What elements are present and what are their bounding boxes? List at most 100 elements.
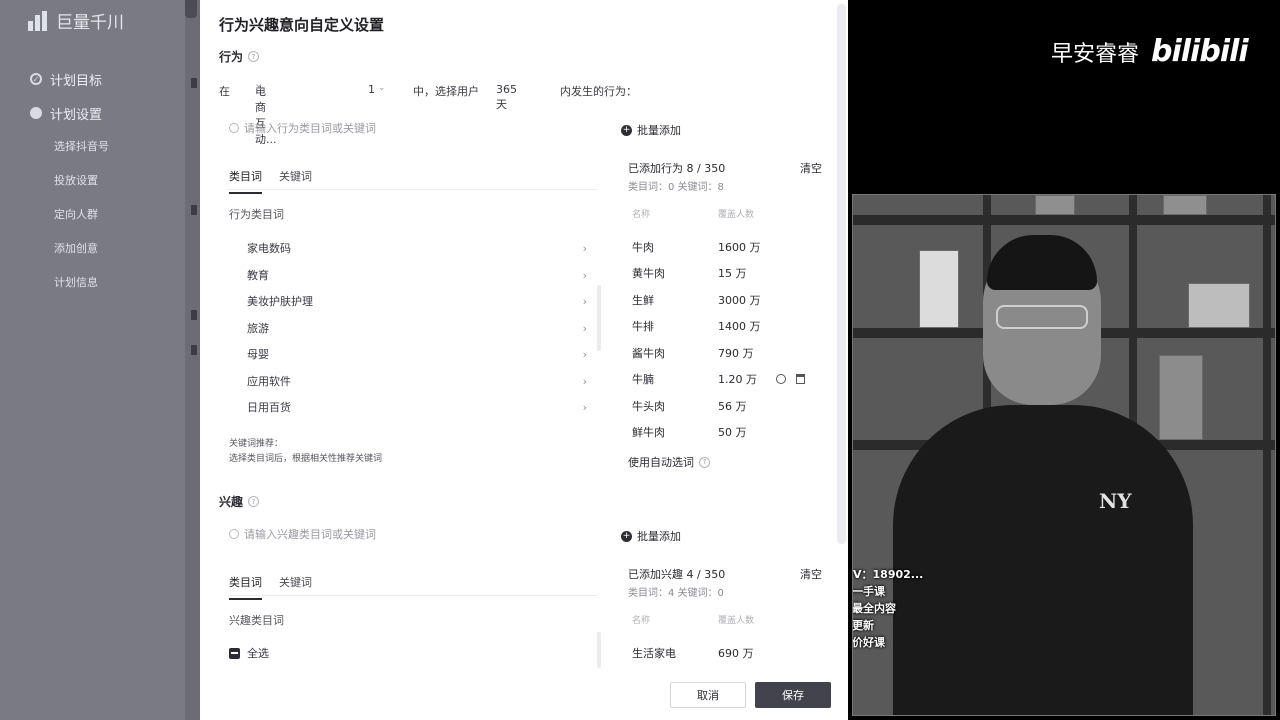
behavior-selected-count: 已添加行为 8 / 350 (628, 162, 726, 175)
select-all-checkbox[interactable]: 全选 (229, 645, 269, 661)
col-volume: 覆盖人数 (718, 210, 755, 220)
save-button[interactable]: 保存 (755, 682, 831, 708)
chevron-right-icon: › (582, 321, 587, 335)
book (919, 250, 959, 328)
behavior-tabs: 类目词 关键词 (227, 160, 597, 194)
plan-nav: ✓ 计划目标 计划设置 选择抖音号 投放设置 定向人群 添加创意 计划信息 (30, 62, 190, 300)
select-all-label: 全选 (247, 647, 269, 660)
search-icon (229, 123, 239, 133)
category-item[interactable]: 教育 › (247, 262, 587, 288)
subnav-douyin[interactable]: 选择抖音号 (30, 130, 190, 164)
help-icon[interactable]: ? (248, 51, 260, 62)
col-name: 名称 (632, 210, 651, 220)
item-name: 牛排 (632, 320, 654, 333)
nav-label: 计划设置 (50, 107, 103, 123)
category-label: 应用软件 (247, 375, 291, 388)
selected-row: 酱牛肉 790 万 (632, 340, 822, 366)
book (1163, 195, 1207, 215)
help-icon[interactable]: ? (699, 456, 710, 468)
overlay-line: V：18902... (853, 568, 924, 581)
interest-clear-button[interactable]: 清空 (800, 566, 822, 582)
book (1035, 195, 1075, 215)
selected-row: 牛头肉 56 万 (632, 393, 822, 419)
chevron-right-icon: › (582, 347, 587, 361)
interest-section-title: 兴趣 ? (219, 493, 260, 510)
tab-category[interactable]: 类目词 (229, 168, 262, 194)
category-item[interactable]: 母婴 › (247, 341, 587, 367)
item-volume: 50 万 (718, 426, 747, 439)
custom-settings-modal: 行为兴趣意向自定义设置 行为 ? 在 电商互动... ✕ 1 ⌄ 中，选择用户 … (200, 0, 848, 720)
search-placeholder: 请输入行为类目词或关键词 (244, 122, 376, 135)
subnav-plan-info[interactable]: 计划信息 (30, 266, 190, 300)
shirt-logo: NY (1099, 489, 1132, 513)
item-volume: 1400 万 (718, 320, 761, 333)
col-volume: 覆盖人数 (718, 616, 755, 626)
close-icon[interactable]: ✕ (255, 83, 263, 93)
bilibili-logo: bilibili (1151, 34, 1249, 69)
subnav-delivery[interactable]: 投放设置 (30, 164, 190, 198)
channel-watermark: 早安睿睿 bilibili (1051, 34, 1249, 69)
category-item[interactable]: 美妆护肤护理 › (247, 288, 587, 314)
item-volume: 56 万 (718, 400, 747, 413)
behavior-clear-button[interactable]: 清空 (800, 160, 822, 176)
row-actions (776, 374, 805, 384)
edge-mark (191, 205, 197, 215)
item-name: 牛腩 (632, 373, 654, 386)
selected-row: 牛肉 1600 万 (632, 234, 822, 260)
selected-row: 生鲜 3000 万 (632, 287, 822, 313)
item-name: 酱牛肉 (632, 347, 665, 360)
tab-keyword[interactable]: 关键词 (279, 574, 312, 598)
filter-prefix: 在 (219, 85, 230, 98)
category-item[interactable]: 旅游 › (247, 315, 587, 341)
subnav-creative[interactable]: 添加创意 (30, 232, 190, 266)
nav-plan-settings[interactable]: 计划设置 (30, 96, 190, 130)
search-icon (229, 529, 239, 539)
cancel-button[interactable]: 取消 (670, 682, 746, 708)
subnav-targeting[interactable]: 定向人群 (30, 198, 190, 232)
channel-name: 早安睿睿 (1051, 41, 1140, 67)
overlay-line: 分享一手课 (852, 585, 885, 598)
app-content-edge (185, 0, 200, 720)
category-item[interactable]: 家电数码 › (247, 235, 587, 261)
category-item[interactable]: 日用百货 › (247, 394, 587, 420)
shelf (1263, 195, 1271, 715)
item-volume: 1600 万 (718, 241, 761, 254)
behavior-filter-row: 在 电商互动... ✕ 1 ⌄ 中，选择用户 365天 ⌄ 内发生的行为： (219, 81, 659, 146)
search-placeholder: 请输入兴趣类目词或关键词 (244, 528, 376, 541)
item-volume: 790 万 (718, 347, 754, 360)
delete-icon[interactable] (796, 374, 805, 384)
video-panel: 早安睿睿 bilibili NY V：18902... 分享一手课 最新最全内容 (848, 0, 1280, 720)
category-label: 旅游 (247, 322, 269, 335)
selected-row: 鲜牛肉 50 万 (632, 419, 822, 445)
filter-suffix: 内发生的行为： (560, 85, 637, 98)
modal-scrollbar[interactable] (837, 4, 846, 544)
interest-tabs: 类目词 关键词 (227, 566, 597, 600)
app-logo: 巨量千川 (28, 8, 124, 33)
behavior-search-input[interactable]: 请输入行为类目词或关键词 (229, 115, 599, 141)
section-label: 兴趣 (219, 495, 244, 509)
batch-label: 批量添加 (637, 124, 681, 137)
category-scrollbar[interactable] (597, 285, 601, 351)
edge-mark (191, 310, 197, 320)
help-icon[interactable]: ? (248, 496, 260, 507)
tab-keyword[interactable]: 关键词 (279, 168, 312, 192)
auto-select-words[interactable]: 使用自动选词 ? (628, 454, 710, 470)
interest-search-input[interactable]: 请输入兴趣类目词或关键词 (229, 521, 599, 547)
nav-plan-goal[interactable]: ✓ 计划目标 (30, 62, 190, 96)
item-volume: 690 万 (718, 647, 754, 660)
category-item[interactable]: 应用软件 › (247, 368, 587, 394)
tab-category[interactable]: 类目词 (229, 574, 262, 600)
col-name: 名称 (632, 616, 651, 626)
chevron-right-icon: › (582, 400, 587, 414)
zoom-icon[interactable] (776, 374, 786, 384)
interest-batch-add-button[interactable]: + 批量添加 (621, 528, 681, 544)
auto-label: 使用自动选词 (628, 456, 694, 469)
overlay-line: 最新最全内容 (852, 602, 896, 615)
behavior-batch-add-button[interactable]: + 批量添加 (621, 122, 681, 138)
chevron-right-icon: › (582, 294, 587, 308)
interest-scrollbar[interactable] (597, 632, 601, 668)
behavior-selected-sub: 类目词：0 关键词：8 (628, 182, 724, 193)
step-icon (30, 107, 42, 119)
selected-row: 生活家电 690 万 (632, 640, 822, 666)
overlay-line: 超低价好课 (852, 636, 885, 649)
